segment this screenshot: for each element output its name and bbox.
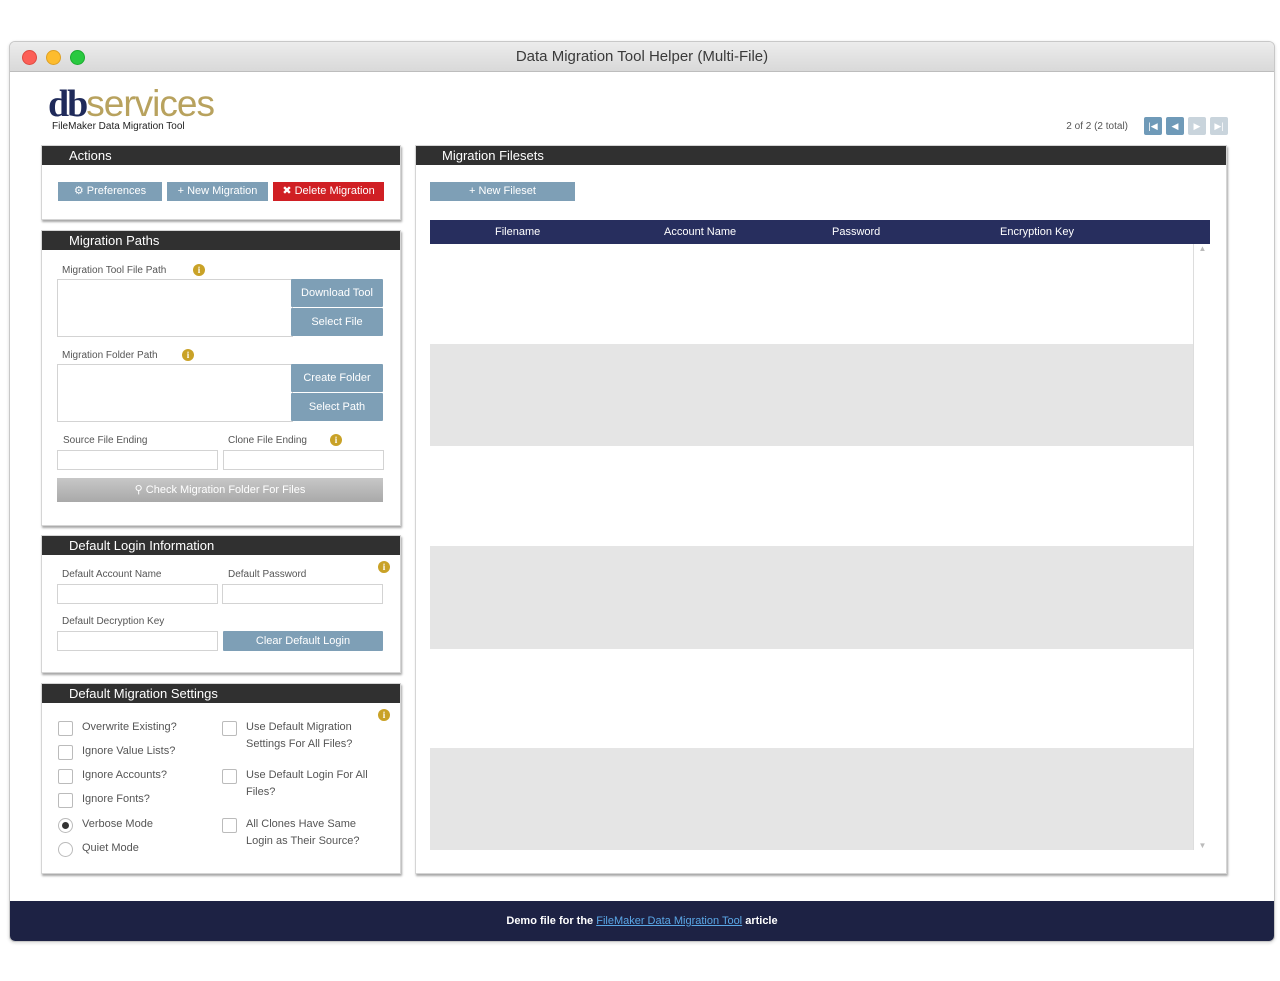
column-account-name: Account Name (664, 226, 737, 238)
new-fileset-button[interactable]: + New Fileset (430, 182, 575, 201)
default-login-title: Default Login Information (42, 536, 400, 555)
previous-record-icon[interactable]: ◀ (1166, 117, 1184, 135)
decryption-key-field[interactable] (57, 631, 218, 651)
account-label: Default Account Name (62, 569, 162, 580)
ignore-fonts-checkbox[interactable] (58, 793, 73, 808)
info-icon[interactable]: i (193, 264, 205, 276)
scroll-up-icon[interactable]: ▲ (1194, 244, 1211, 253)
default-password-field[interactable] (222, 584, 383, 604)
clone-ending-field[interactable] (223, 450, 384, 470)
search-icon: ⚲ (134, 484, 146, 496)
use-default-settings-label: Use Default Migration Settings For All F… (246, 721, 353, 750)
select-path-button[interactable]: Select Path (291, 393, 383, 421)
default-account-field[interactable] (57, 584, 218, 604)
check-folder-button[interactable]: ⚲ Check Migration Folder For Files (57, 478, 383, 502)
overwrite-existing-label: Overwrite Existing? (82, 721, 177, 733)
preferences-button[interactable]: ⚙ Preferences (58, 182, 162, 201)
info-icon[interactable]: i (182, 349, 194, 361)
quiet-mode-radio[interactable] (58, 842, 73, 857)
column-password: Password (832, 226, 881, 238)
info-icon[interactable]: i (378, 709, 390, 721)
title-bar: Data Migration Tool Helper (Multi-File) (10, 42, 1274, 72)
same-login-checkbox[interactable] (222, 818, 237, 833)
folder-path-label: Migration Folder Path (62, 350, 158, 361)
table-row[interactable] (430, 546, 1193, 649)
actions-title: Actions (42, 146, 400, 165)
info-icon[interactable]: i (330, 434, 342, 446)
gear-icon: ⚙ (73, 185, 87, 197)
tool-path-label: Migration Tool File Path (62, 265, 167, 276)
new-migration-button[interactable]: + New Migration (167, 182, 268, 201)
footer-prefix: Demo file for the (506, 915, 597, 927)
info-icon[interactable]: i (378, 561, 390, 573)
clone-ending-label: Clone File Ending (228, 435, 307, 446)
last-record-icon[interactable]: ▶| (1210, 117, 1228, 135)
quiet-mode-label: Quiet Mode (82, 842, 139, 854)
next-record-icon[interactable]: ▶ (1188, 117, 1206, 135)
table-row[interactable] (430, 446, 1193, 546)
close-icon: ✖ (282, 185, 295, 197)
create-folder-button[interactable]: Create Folder (291, 364, 383, 392)
company-logo: dbservices (48, 82, 215, 126)
actions-panel: Actions ⚙ Preferences + New Migration ✖ … (41, 145, 401, 220)
scroll-down-icon[interactable]: ▼ (1194, 841, 1211, 850)
table-row[interactable] (430, 344, 1193, 446)
overwrite-existing-checkbox[interactable] (58, 721, 73, 736)
logo-db: db (48, 83, 88, 125)
table-row[interactable] (430, 748, 1193, 850)
ignore-fonts-label: Ignore Fonts? (82, 793, 150, 805)
app-window: Data Migration Tool Helper (Multi-File) … (9, 41, 1275, 942)
footer-article-link[interactable]: FileMaker Data Migration Tool (596, 915, 742, 927)
verbose-mode-radio[interactable] (58, 818, 73, 833)
column-encryption-key: Encryption Key (1000, 226, 1074, 238)
same-login-label: All Clones Have Same Login as Their Sour… (246, 818, 360, 847)
select-file-button[interactable]: Select File (291, 308, 383, 336)
table-scrollbar[interactable]: ▲ ▼ (1193, 244, 1211, 850)
ignore-value-lists-label: Ignore Value Lists? (82, 745, 176, 757)
use-default-login-label: Use Default Login For All Files? (246, 769, 368, 798)
plus-icon: + (177, 185, 188, 197)
decryption-key-label: Default Decryption Key (62, 616, 165, 627)
tool-path-field[interactable] (57, 279, 293, 337)
download-tool-button[interactable]: Download Tool (291, 279, 383, 307)
verbose-mode-label: Verbose Mode (82, 818, 153, 830)
folder-path-field[interactable] (57, 364, 293, 422)
filesets-table-header: Filename Account Name Password Encryptio… (430, 220, 1210, 244)
record-count: 2 of 2 (2 total) (1066, 120, 1128, 132)
default-login-panel: Default Login Information i Default Acco… (41, 535, 401, 673)
clear-default-login-button[interactable]: Clear Default Login (223, 631, 383, 651)
table-row[interactable] (430, 244, 1193, 344)
ignore-accounts-label: Ignore Accounts? (82, 769, 168, 781)
footer-bar: Demo file for the FileMaker Data Migrati… (10, 901, 1274, 941)
record-pager: 2 of 2 (2 total) |◀ ◀ ▶ ▶| (1066, 117, 1228, 135)
migration-paths-title: Migration Paths (42, 231, 400, 250)
table-row[interactable] (430, 649, 1193, 748)
window-title: Data Migration Tool Helper (Multi-File) (515, 48, 769, 65)
ignore-value-lists-checkbox[interactable] (58, 745, 73, 760)
source-ending-field[interactable] (57, 450, 218, 470)
use-default-settings-checkbox[interactable] (222, 721, 237, 736)
footer-suffix: article (742, 915, 778, 927)
logo-subtitle: FileMaker Data Migration Tool (52, 121, 185, 132)
first-record-icon[interactable]: |◀ (1144, 117, 1162, 135)
column-filename: Filename (495, 226, 541, 238)
migration-filesets-title: Migration Filesets (416, 146, 1226, 165)
migration-paths-panel: Migration Paths Migration Tool File Path… (41, 230, 401, 526)
delete-migration-button[interactable]: ✖ Delete Migration (273, 182, 384, 201)
migration-settings-title: Default Migration Settings (42, 684, 400, 703)
source-ending-label: Source File Ending (63, 435, 148, 446)
migration-settings-panel: Default Migration Settings i Overwrite E… (41, 683, 401, 874)
use-default-login-checkbox[interactable] (222, 769, 237, 784)
logo-services: services (86, 83, 215, 124)
ignore-accounts-checkbox[interactable] (58, 769, 73, 784)
password-label: Default Password (228, 569, 307, 580)
plus-icon: + (469, 185, 479, 197)
